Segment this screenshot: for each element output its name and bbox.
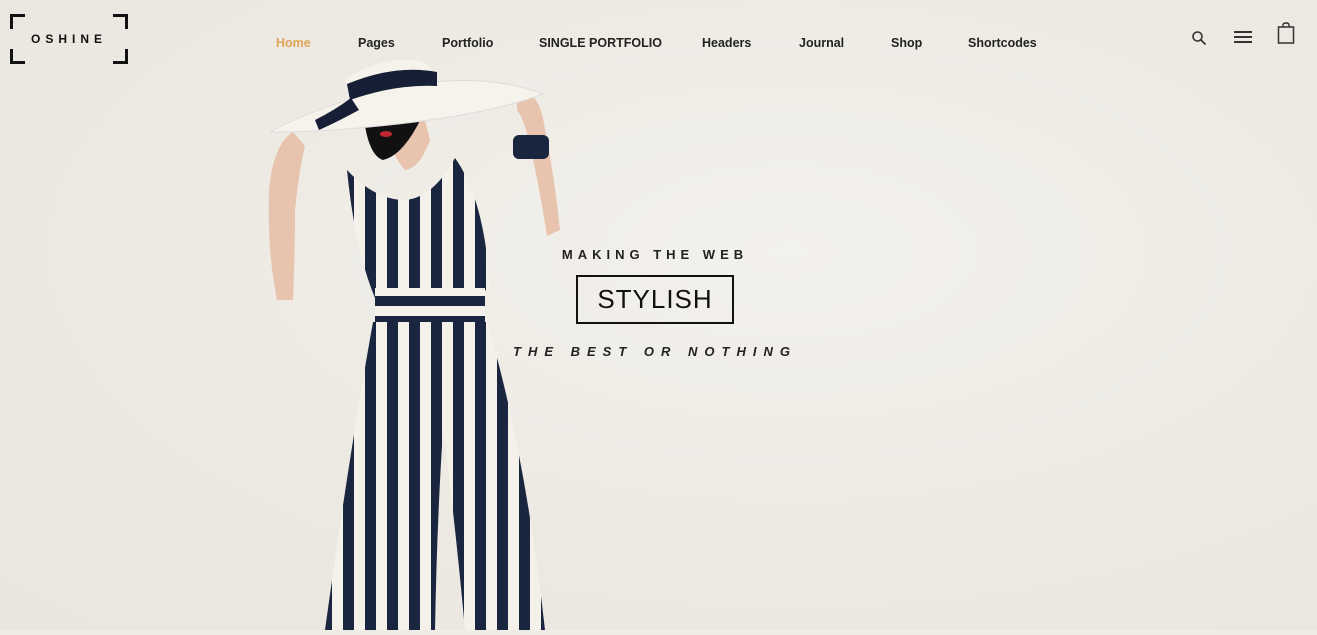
nav-item-shortcodes[interactable]: Shortcodes [968, 36, 1037, 50]
menu-icon[interactable] [1234, 31, 1252, 45]
nav-item-home[interactable]: Home [276, 36, 311, 50]
logo-corner [113, 14, 128, 29]
nav-item-pages[interactable]: Pages [358, 36, 395, 50]
hero-highlight-box: STYLISH [576, 275, 734, 324]
nav-item-headers[interactable]: Headers [702, 36, 751, 50]
logo-text: OSHINE [30, 32, 107, 46]
nav-item-journal[interactable]: Journal [799, 36, 844, 50]
hero-model-image [255, 50, 575, 630]
logo-corner [10, 49, 25, 64]
cart-icon[interactable] [1277, 22, 1295, 44]
site-logo[interactable]: OSHINE [10, 14, 128, 64]
nav-item-shop[interactable]: Shop [891, 36, 922, 50]
search-icon[interactable] [1191, 30, 1207, 46]
nav-item-portfolio[interactable]: Portfolio [442, 36, 493, 50]
logo-corner [113, 49, 128, 64]
hero-highlight-text: STYLISH [597, 284, 713, 314]
hero-tagline-bottom: THE BEST OR NOTHING [513, 344, 797, 359]
hero-tagline-top: MAKING THE WEB [561, 247, 749, 262]
logo-corner [10, 14, 25, 29]
nav-item-single-portfolio[interactable]: SINGLE PORTFOLIO [539, 36, 662, 50]
